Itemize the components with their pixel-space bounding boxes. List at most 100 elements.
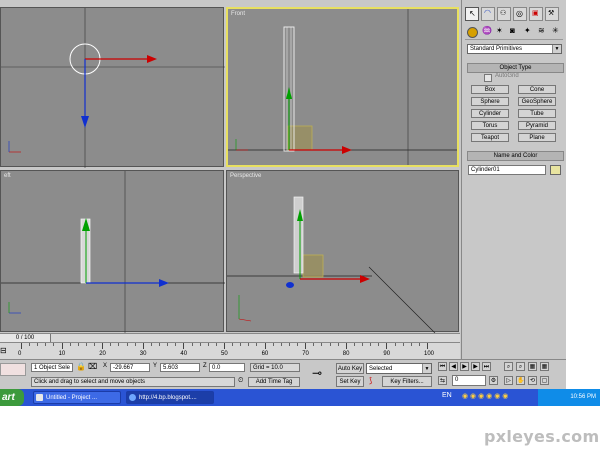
geometry-sphere-icon[interactable] (467, 27, 478, 38)
z-coordinate: 0.0 (212, 365, 221, 371)
z-coordinate-field[interactable]: 0.0 (209, 363, 245, 372)
key-mode-dropdown[interactable]: Selected ▼ (366, 363, 432, 374)
maximize-viewport-icon[interactable]: ▢ (540, 376, 549, 385)
ruler-minor-tick (134, 343, 136, 346)
teapot-button[interactable]: Teapot (471, 133, 509, 142)
zoom-all-icon[interactable]: ⌕ (516, 362, 525, 371)
go-to-end-icon[interactable]: ⏭ (482, 362, 491, 371)
taskbar-item-3dsmax[interactable]: Untitled - Project ... (33, 391, 121, 404)
object-name-field[interactable]: Cylinder01 (468, 165, 546, 175)
ruler-minor-tick (118, 343, 120, 346)
browser-icon (129, 394, 136, 401)
zoom-icon[interactable]: ⌕ (504, 362, 513, 371)
spacewarp-icon[interactable]: ≋ (538, 26, 545, 35)
ruler-minor-tick (362, 343, 364, 346)
time-config-icon[interactable]: ⚙ (489, 376, 498, 385)
current-frame-field[interactable]: 0 (452, 375, 486, 386)
set-key-button[interactable]: Set Key (336, 376, 364, 387)
taskbar-item-label: http://4.bp.blogspot.... (139, 395, 197, 401)
cylinder-button[interactable]: Cylinder (471, 109, 509, 118)
tab-display[interactable]: ▣ (529, 7, 543, 21)
auto-key-button[interactable]: Auto Key (336, 363, 364, 374)
key-icon[interactable]: ⊸ (312, 366, 322, 380)
tab-motion[interactable]: ◎ (513, 7, 527, 21)
orbit-icon[interactable]: ⟲ (528, 376, 537, 385)
perspective-viewport-scene (227, 196, 436, 334)
y-label: Y (153, 363, 158, 369)
lock-icon[interactable]: 🔒 (76, 362, 86, 371)
key-filter-icon[interactable]: ⟆ (369, 376, 372, 385)
torus-button[interactable]: Torus (471, 121, 509, 130)
ruler-minor-tick (321, 343, 323, 346)
ruler-minor-tick (126, 343, 128, 346)
helper-icon[interactable]: ✦ (524, 26, 531, 35)
object-type-rollout-header[interactable]: Object Type (467, 63, 564, 73)
time-slider-thumb[interactable]: 0 / 100 (0, 334, 51, 342)
z-axis-arrow (159, 279, 169, 287)
box-object (302, 254, 324, 278)
ruler-minor-tick (353, 343, 355, 346)
autogrid-checkbox[interactable] (484, 74, 492, 82)
pyramid-button[interactable]: Pyramid (518, 121, 556, 130)
time-slider[interactable]: 0 / 100 (0, 333, 460, 342)
display-monitor-icon: ▣ (532, 10, 539, 17)
go-to-start-icon[interactable]: ⏮ (438, 362, 447, 371)
autogrid-row: AutoGrid (484, 73, 544, 82)
key-filters-button[interactable]: Key Filters... (382, 376, 432, 387)
geosphere-button[interactable]: GeoSphere (518, 97, 556, 106)
ruler-tick (142, 343, 144, 349)
axis-tripod-icon (235, 139, 248, 151)
add-time-tag-button[interactable]: Add Time Tag (248, 377, 300, 387)
modify-arc-icon: ◠ (484, 8, 491, 17)
x-coordinate-field[interactable]: -29.667 (110, 363, 150, 372)
light-bulb-icon[interactable]: ✶ (496, 26, 503, 35)
chevron-down-icon: ▼ (422, 364, 431, 373)
pan-hand-icon[interactable]: ✋ (516, 376, 525, 385)
tab-modify[interactable]: ◠ (481, 7, 495, 21)
track-bar-toggle-icon[interactable]: ⊟ (0, 346, 7, 355)
viewport-top[interactable] (0, 7, 225, 168)
object-color-swatch[interactable] (550, 165, 561, 175)
camera-icon[interactable]: ◙ (510, 26, 515, 35)
language-icon[interactable]: EN (442, 392, 452, 399)
z-axis-arrow (81, 116, 89, 128)
grid-size-field: Grid = 10.0 (250, 363, 300, 372)
tray-icons[interactable]: ◉ ◉ ◉ ◉ ◉ ◉ (462, 392, 508, 400)
viewport-left[interactable]: eft (0, 170, 225, 333)
viewport-front[interactable]: Front (226, 7, 459, 167)
playback-controls: ⏮ ◀ ▶ ▶ ⏭ 0 ⇆ ⚙ ⌕ ⌕ ▦ ▦ ▷ ✋ ⟲ ▢ (436, 361, 566, 389)
previous-frame-icon[interactable]: ◀ (449, 362, 458, 371)
absolute-mode-icon[interactable]: ⌧ (88, 362, 97, 371)
left-viewport-scene (1, 171, 225, 333)
ruler-minor-tick (370, 343, 372, 346)
tab-hierarchy[interactable]: ⚇ (497, 7, 511, 21)
track-bar[interactable]: ⊟ 0 10 20 30 40 50 60 70 80 90 100 (0, 342, 460, 359)
taskbar-item-browser[interactable]: http://4.bp.blogspot.... (126, 391, 214, 404)
zoom-extents-all-icon[interactable]: ▦ (540, 362, 549, 371)
cone-button[interactable]: Cone (518, 85, 556, 94)
viewport-perspective[interactable]: Perspective (226, 170, 459, 334)
play-icon[interactable]: ▶ (460, 362, 469, 371)
name-color-rollout-header[interactable]: Name and Color (467, 151, 564, 161)
box-button[interactable]: Box (471, 85, 509, 94)
y-coordinate-field[interactable]: 5.603 (160, 363, 200, 372)
start-button[interactable]: art (0, 389, 24, 406)
viewport-label: Perspective (230, 173, 262, 179)
ruler-tick (386, 343, 388, 349)
object-name-value: Cylinder01 (471, 167, 500, 173)
field-of-view-icon[interactable]: ▷ (504, 376, 513, 385)
name-color-title: Name and Color (493, 153, 538, 159)
plane-button[interactable]: Plane (518, 133, 556, 142)
ruler-tick (183, 343, 185, 349)
sphere-button[interactable]: Sphere (471, 97, 509, 106)
tube-button[interactable]: Tube (518, 109, 556, 118)
tab-utilities[interactable]: ⚒ (545, 7, 559, 21)
key-mode-toggle-icon[interactable]: ⇆ (438, 376, 447, 385)
category-dropdown[interactable]: Standard Primitives ▼ (467, 44, 562, 54)
next-frame-icon[interactable]: ▶ (471, 362, 480, 371)
zoom-extents-icon[interactable]: ▦ (528, 362, 537, 371)
ruler-minor-tick (240, 343, 242, 346)
tab-create[interactable]: ↖ (465, 7, 479, 21)
systems-icon[interactable]: ✳ (552, 26, 559, 35)
shapes-icon[interactable]: ♒ (482, 26, 492, 35)
